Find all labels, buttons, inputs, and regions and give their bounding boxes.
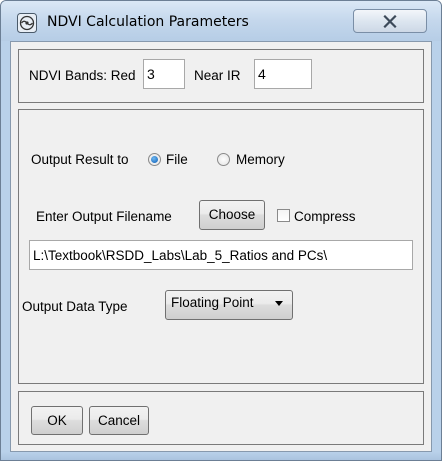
title-bar[interactable]: NDVI Calculation Parameters [1, 1, 441, 41]
output-data-type-label: Output Data Type [22, 299, 128, 314]
dialog-content: NDVI Bands: Red Near IR Output Result to… [10, 41, 432, 452]
memory-radio[interactable] [217, 153, 230, 166]
compress-label[interactable]: Compress [294, 209, 356, 224]
bands-red-label: NDVI Bands: Red [29, 68, 136, 83]
bands-panel: NDVI Bands: Red Near IR [18, 49, 424, 103]
output-panel: Output Result to File Memory Enter Outpu… [18, 109, 424, 384]
close-x-icon [383, 15, 397, 28]
output-filename-label: Enter Output Filename [36, 209, 172, 224]
near-ir-label: Near IR [194, 68, 241, 83]
cancel-button[interactable]: Cancel [89, 406, 149, 435]
choose-button[interactable]: Choose [199, 200, 265, 230]
dialog-app-icon [17, 13, 37, 33]
compress-checkbox[interactable] [277, 209, 290, 222]
file-radio[interactable] [148, 153, 161, 166]
close-button[interactable] [353, 9, 427, 33]
output-filename-input[interactable] [29, 240, 413, 270]
chevron-down-icon [275, 301, 283, 306]
data-type-selected-value: Floating Point [171, 295, 254, 310]
ok-button[interactable]: OK [31, 406, 83, 435]
memory-radio-label[interactable]: Memory [236, 152, 285, 167]
data-type-select[interactable]: Floating Point [165, 290, 293, 320]
file-radio-label[interactable]: File [166, 152, 188, 167]
window-bottom-frame [1, 452, 441, 460]
window-title: NDVI Calculation Parameters [47, 14, 249, 30]
radio-selected-dot [151, 156, 158, 163]
button-panel: OK Cancel [18, 391, 424, 445]
red-band-input[interactable] [143, 59, 185, 89]
output-result-label: Output Result to [31, 152, 129, 167]
dialog-window: NDVI Calculation Parameters NDVI Bands: … [0, 0, 442, 461]
near-ir-band-input[interactable] [254, 59, 312, 89]
